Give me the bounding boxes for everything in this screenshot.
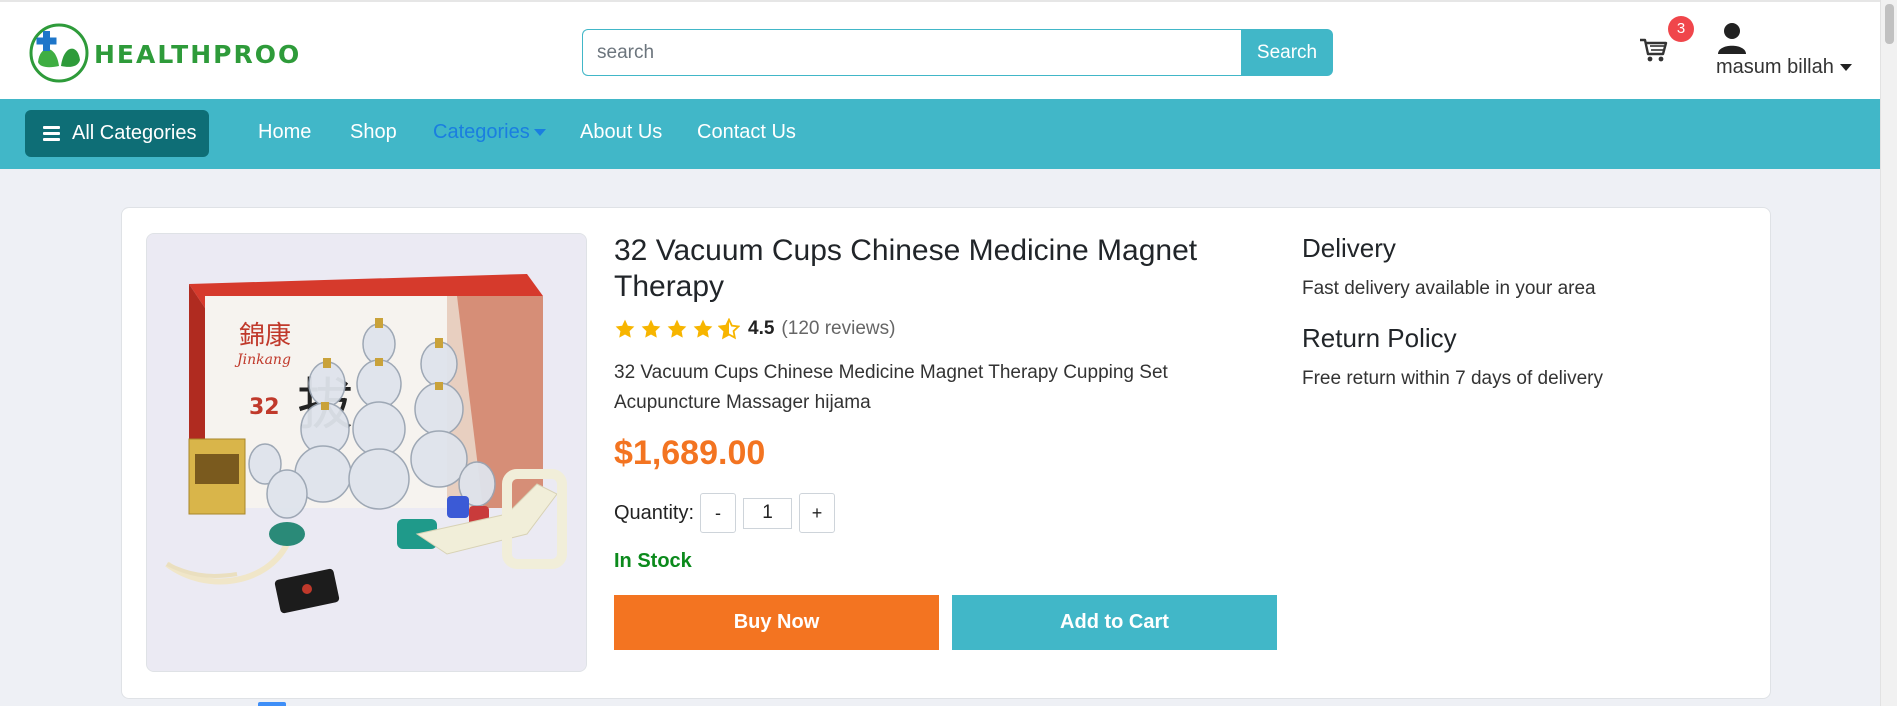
nav-shop[interactable]: Shop bbox=[350, 121, 397, 144]
nav-home[interactable]: Home bbox=[258, 121, 311, 144]
main-navbar: All Categories Home Shop Categories Abou… bbox=[0, 99, 1880, 169]
site-logo[interactable]: HEALTHPROO bbox=[28, 22, 301, 84]
review-count[interactable]: (120 reviews) bbox=[781, 318, 895, 340]
product-title: 32 Vacuum Cups Chinese Medicine Magnet T… bbox=[614, 234, 1198, 303]
star-full-icon bbox=[641, 319, 661, 338]
quantity-stepper: Quantity: - + bbox=[614, 493, 836, 533]
quantity-increase-button[interactable]: + bbox=[799, 493, 836, 533]
quantity-decrease-button[interactable]: - bbox=[700, 493, 737, 533]
return-policy-text: Free return within 7 days of delivery bbox=[1302, 368, 1603, 389]
rating-value: 4.5 bbox=[748, 318, 775, 339]
box-number-label: 32 bbox=[249, 395, 280, 420]
site-header: HEALTHPROO Search 3 masum billah bbox=[0, 0, 1880, 99]
cart-count-badge: 3 bbox=[1668, 16, 1694, 42]
nav-contact-us[interactable]: Contact Us bbox=[697, 121, 796, 144]
product-photo-cupping-set: 錦康 Jinkang 32 拔 bbox=[147, 234, 586, 671]
quantity-label: Quantity: bbox=[614, 501, 695, 524]
all-categories-button[interactable]: All Categories bbox=[25, 110, 209, 157]
page-scrollbar[interactable] bbox=[1880, 0, 1897, 706]
chevron-down-icon bbox=[533, 129, 546, 136]
product-price: $1,689.00 bbox=[614, 434, 766, 472]
quantity-input[interactable] bbox=[743, 497, 793, 529]
star-full-icon bbox=[615, 319, 635, 338]
logo-text: HEALTHPROO bbox=[94, 39, 302, 69]
delivery-text: Fast delivery available in your area bbox=[1302, 278, 1596, 299]
all-categories-label: All Categories bbox=[72, 122, 197, 144]
chevron-down-icon bbox=[1839, 64, 1852, 71]
partial-element bbox=[258, 702, 286, 706]
search-bar: Search bbox=[582, 29, 1333, 76]
nav-categories-dropdown[interactable]: Categories bbox=[433, 121, 546, 144]
return-policy-heading: Return Policy bbox=[1302, 323, 1457, 353]
delivery-heading: Delivery bbox=[1302, 233, 1396, 263]
hamburger-icon bbox=[43, 126, 60, 141]
user-name: masum billah bbox=[1716, 56, 1834, 78]
search-button[interactable]: Search bbox=[1241, 29, 1333, 76]
product-rating: 4.5 (120 reviews) bbox=[614, 318, 895, 340]
star-full-icon bbox=[693, 319, 713, 338]
nav-categories-label: Categories bbox=[433, 121, 530, 143]
user-menu-toggle[interactable]: masum billah bbox=[1716, 56, 1852, 79]
search-input[interactable] bbox=[582, 29, 1241, 76]
scrollbar-thumb[interactable] bbox=[1885, 4, 1894, 44]
user-icon[interactable] bbox=[1717, 22, 1747, 54]
product-description: 32 Vacuum Cups Chinese Medicine Magnet T… bbox=[614, 362, 1168, 413]
nav-about-us[interactable]: About Us bbox=[580, 121, 662, 144]
cart-icon[interactable] bbox=[1638, 34, 1668, 64]
buy-now-button[interactable]: Buy Now bbox=[614, 595, 939, 650]
add-to-cart-button[interactable]: Add to Cart bbox=[952, 595, 1277, 650]
logo-leaf-cross-icon bbox=[29, 23, 89, 83]
box-brand-label: Jinkang bbox=[234, 352, 291, 368]
stock-status: In Stock bbox=[614, 550, 692, 572]
box-brand-chinese: 錦康 bbox=[239, 321, 291, 351]
star-half-icon bbox=[718, 318, 740, 340]
product-image[interactable]: 錦康 Jinkang 32 拔 bbox=[146, 233, 587, 672]
star-full-icon bbox=[667, 319, 687, 338]
